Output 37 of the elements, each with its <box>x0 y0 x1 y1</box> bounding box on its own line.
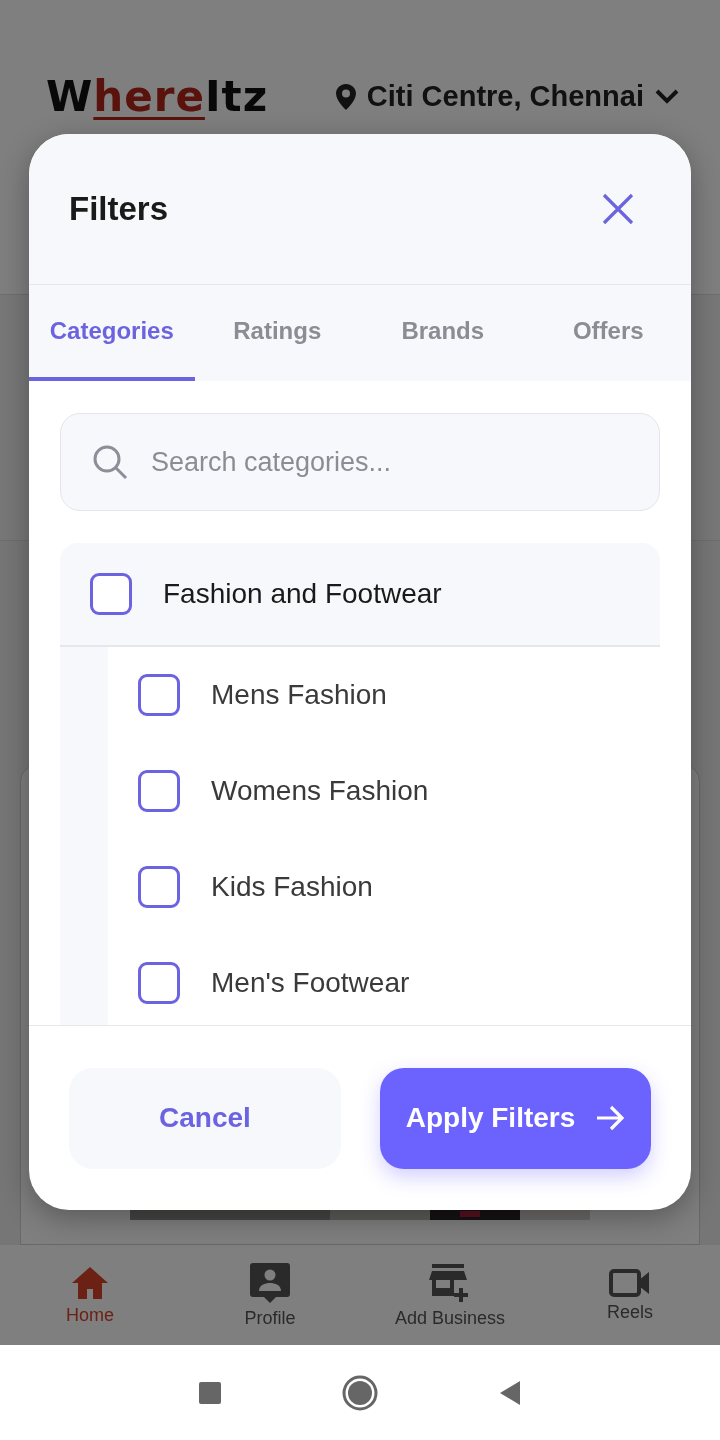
nav-tab[interactable]: Reels <box>545 1267 715 1323</box>
nav-tab[interactable]: Home <box>5 1264 175 1326</box>
search-field[interactable]: Search categories... <box>60 413 660 511</box>
video-camera-icon <box>609 1267 651 1298</box>
nav-tab[interactable]: Profile <box>185 1261 355 1329</box>
add-store-icon <box>429 1261 471 1304</box>
home-icon <box>70 1264 110 1301</box>
close-icon <box>601 192 635 226</box>
tab[interactable]: Categories <box>29 285 195 381</box>
location-pin-icon <box>334 82 357 111</box>
cancel-button[interactable]: Cancel <box>69 1067 341 1169</box>
close-button[interactable] <box>601 192 635 226</box>
back-icon[interactable] <box>498 1378 522 1407</box>
subcategory-item[interactable]: Womens Fashion <box>108 743 660 839</box>
tab[interactable]: Brands <box>360 285 526 381</box>
chevron-down-icon <box>654 87 680 106</box>
checkbox[interactable] <box>138 866 180 908</box>
profile-icon <box>249 1261 291 1304</box>
subcategory-item[interactable]: Men's Footwear <box>108 935 660 1025</box>
location-selector[interactable]: Citi Centre, Chennai <box>334 72 680 121</box>
home-circle-icon[interactable] <box>342 1374 378 1411</box>
recents-icon[interactable] <box>198 1380 222 1405</box>
nav-tab[interactable]: Add Business <box>365 1261 535 1329</box>
tab[interactable]: Ratings <box>194 285 360 381</box>
subcategory-item[interactable]: Mens Fashion <box>108 647 660 743</box>
logo: WhereItz <box>46 72 269 121</box>
dialog-title: Filters <box>69 190 169 228</box>
checkbox[interactable] <box>138 962 180 1004</box>
checkbox[interactable] <box>138 770 180 812</box>
tab[interactable]: Offers <box>525 285 691 381</box>
checkbox[interactable] <box>90 573 132 615</box>
category-item[interactable]: Fashion and Footwear <box>60 543 660 647</box>
apply-filters-button[interactable]: Apply Filters <box>380 1067 651 1169</box>
subcategory-item[interactable]: Kids Fashion <box>108 839 660 935</box>
arrow-right-icon <box>595 1105 626 1131</box>
search-icon <box>91 443 129 481</box>
checkbox[interactable] <box>138 674 180 716</box>
